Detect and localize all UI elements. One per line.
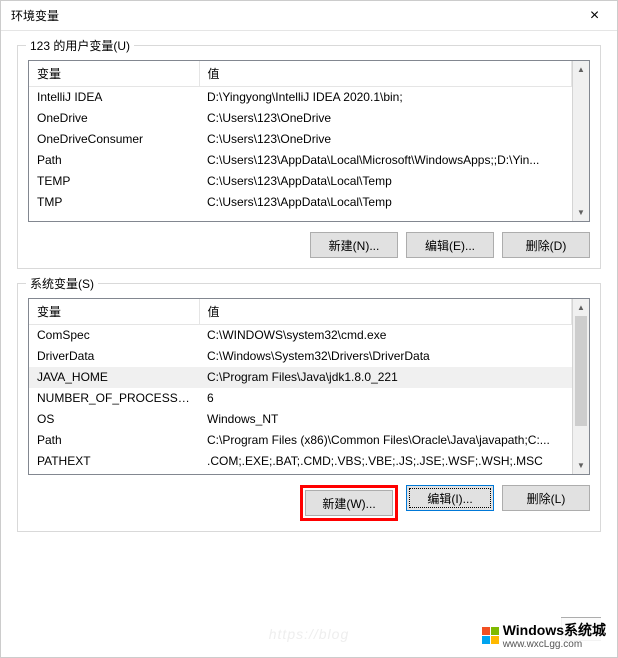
user-edit-button[interactable]: 编辑(E)...	[406, 232, 494, 258]
cell-var: OS	[29, 409, 199, 430]
user-vars-group: 123 的用户变量(U) 变量 值 IntelliJ IDE	[17, 45, 601, 269]
watermark-url: www.wxcLgg.com	[503, 640, 606, 650]
cell-value: Windows_NT	[199, 409, 572, 430]
scroll-up-icon[interactable]: ▲	[573, 299, 589, 316]
cell-var: IntelliJ IDEA	[29, 87, 199, 108]
table-row[interactable]: DriverDataC:\Windows\System32\Drivers\Dr…	[29, 346, 572, 367]
system-vars-table-wrap: 变量 值 ComSpecC:\WINDOWS\system32\cmd.exeD…	[28, 298, 590, 475]
table-row[interactable]: OSWindows_NT	[29, 409, 572, 430]
cell-value: .COM;.EXE;.BAT;.CMD;.VBS;.VBE;.JS;.JSE;.…	[199, 451, 572, 472]
window-title: 环境变量	[11, 7, 59, 24]
cell-value: C:\WINDOWS\system32\cmd.exe	[199, 325, 572, 346]
system-vars-group: 系统变量(S) 变量 值 ComSpecC:\WINDOWS	[17, 283, 601, 532]
cell-var: DriverData	[29, 346, 199, 367]
header-value[interactable]: 值	[199, 61, 572, 87]
cell-var: OneDriveConsumer	[29, 129, 199, 150]
cell-var: JAVA_HOME	[29, 367, 199, 388]
watermark-text: Windows系统城 www.wxcLgg.com	[503, 620, 606, 650]
cell-value: D:\Yingyong\IntelliJ IDEA 2020.1\bin;	[199, 87, 572, 108]
header-var[interactable]: 变量	[29, 299, 199, 325]
system-scrollbar[interactable]: ▲ ▼	[572, 299, 589, 474]
table-row[interactable]: OneDriveC:\Users\123\OneDrive	[29, 108, 572, 129]
cell-value: C:\Users\123\OneDrive	[199, 108, 572, 129]
table-row[interactable]: OneDriveConsumerC:\Users\123\OneDrive	[29, 129, 572, 150]
windows-logo-icon	[482, 627, 499, 644]
table-row[interactable]: NUMBER_OF_PROCESSORS6	[29, 388, 572, 409]
user-new-button[interactable]: 新建(N)...	[310, 232, 398, 258]
scroll-thumb[interactable]	[575, 316, 587, 426]
close-icon: ×	[590, 7, 599, 25]
user-vars-table-wrap: 变量 值 IntelliJ IDEAD:\Yingyong\IntelliJ I…	[28, 60, 590, 222]
table-header-row: 变量 值	[29, 299, 572, 325]
cell-var: OneDrive	[29, 108, 199, 129]
scroll-up-icon[interactable]: ▲	[573, 61, 589, 78]
table-row[interactable]: IntelliJ IDEAD:\Yingyong\IntelliJ IDEA 2…	[29, 87, 572, 108]
header-var[interactable]: 变量	[29, 61, 199, 87]
cell-value: C:\Users\123\AppData\Local\Microsoft\Win…	[199, 150, 572, 171]
cell-value: C:\Program Files\Java\jdk1.8.0_221	[199, 367, 572, 388]
table-row[interactable]: PATHEXT.COM;.EXE;.BAT;.CMD;.VBS;.VBE;.JS…	[29, 451, 572, 472]
table-row[interactable]: TEMPC:\Users\123\AppData\Local\Temp	[29, 171, 572, 192]
cell-var: TEMP	[29, 171, 199, 192]
cell-value: C:\Users\123\AppData\Local\Temp	[199, 171, 572, 192]
scroll-down-icon[interactable]: ▼	[573, 204, 589, 221]
user-buttons: 新建(N)... 编辑(E)... 删除(D)	[28, 232, 590, 258]
user-delete-button[interactable]: 删除(D)	[502, 232, 590, 258]
cell-var: TMP	[29, 192, 199, 213]
scroll-down-icon[interactable]: ▼	[573, 457, 589, 474]
cell-var: PATHEXT	[29, 451, 199, 472]
titlebar: 环境变量 ×	[1, 1, 617, 31]
table-row[interactable]: ComSpecC:\WINDOWS\system32\cmd.exe	[29, 325, 572, 346]
system-new-button[interactable]: 新建(W)...	[305, 490, 393, 516]
cell-var: Path	[29, 430, 199, 451]
user-scrollbar[interactable]: ▲ ▼	[572, 61, 589, 221]
system-delete-button[interactable]: 删除(L)	[502, 485, 590, 511]
table-row[interactable]: PathC:\Users\123\AppData\Local\Microsoft…	[29, 150, 572, 171]
watermark: Windows系统城 www.wxcLgg.com	[478, 618, 610, 652]
cell-var: ComSpec	[29, 325, 199, 346]
header-value[interactable]: 值	[199, 299, 572, 325]
system-vars-table[interactable]: 变量 值 ComSpecC:\WINDOWS\system32\cmd.exeD…	[29, 299, 572, 472]
table-row[interactable]: PathC:\Program Files (x86)\Common Files\…	[29, 430, 572, 451]
cell-value: C:\Program Files (x86)\Common Files\Orac…	[199, 430, 572, 451]
system-edit-button[interactable]: 编辑(I)...	[406, 485, 494, 511]
close-button[interactable]: ×	[572, 1, 617, 31]
cell-value: C:\Users\123\AppData\Local\Temp	[199, 192, 572, 213]
cell-value: C:\Windows\System32\Drivers\DriverData	[199, 346, 572, 367]
table-row[interactable]: JAVA_HOMEC:\Program Files\Java\jdk1.8.0_…	[29, 367, 572, 388]
highlight-annotation: 新建(W)...	[300, 485, 398, 521]
cell-var: Path	[29, 150, 199, 171]
user-vars-label: 123 的用户变量(U)	[26, 37, 134, 54]
env-vars-window: 环境变量 × 123 的用户变量(U) 变量 值	[0, 0, 618, 658]
table-row[interactable]: TMPC:\Users\123\AppData\Local\Temp	[29, 192, 572, 213]
watermark-brand: Windows系统城	[503, 622, 606, 638]
cell-value: 6	[199, 388, 572, 409]
cell-var: NUMBER_OF_PROCESSORS	[29, 388, 199, 409]
system-buttons: 新建(W)... 编辑(I)... 删除(L)	[28, 485, 590, 521]
user-vars-table[interactable]: 变量 值 IntelliJ IDEAD:\Yingyong\IntelliJ I…	[29, 61, 572, 213]
cell-value: C:\Users\123\OneDrive	[199, 129, 572, 150]
system-vars-label: 系统变量(S)	[26, 275, 98, 292]
table-header-row: 变量 值	[29, 61, 572, 87]
content-area: 123 的用户变量(U) 变量 值 IntelliJ IDE	[1, 31, 617, 617]
